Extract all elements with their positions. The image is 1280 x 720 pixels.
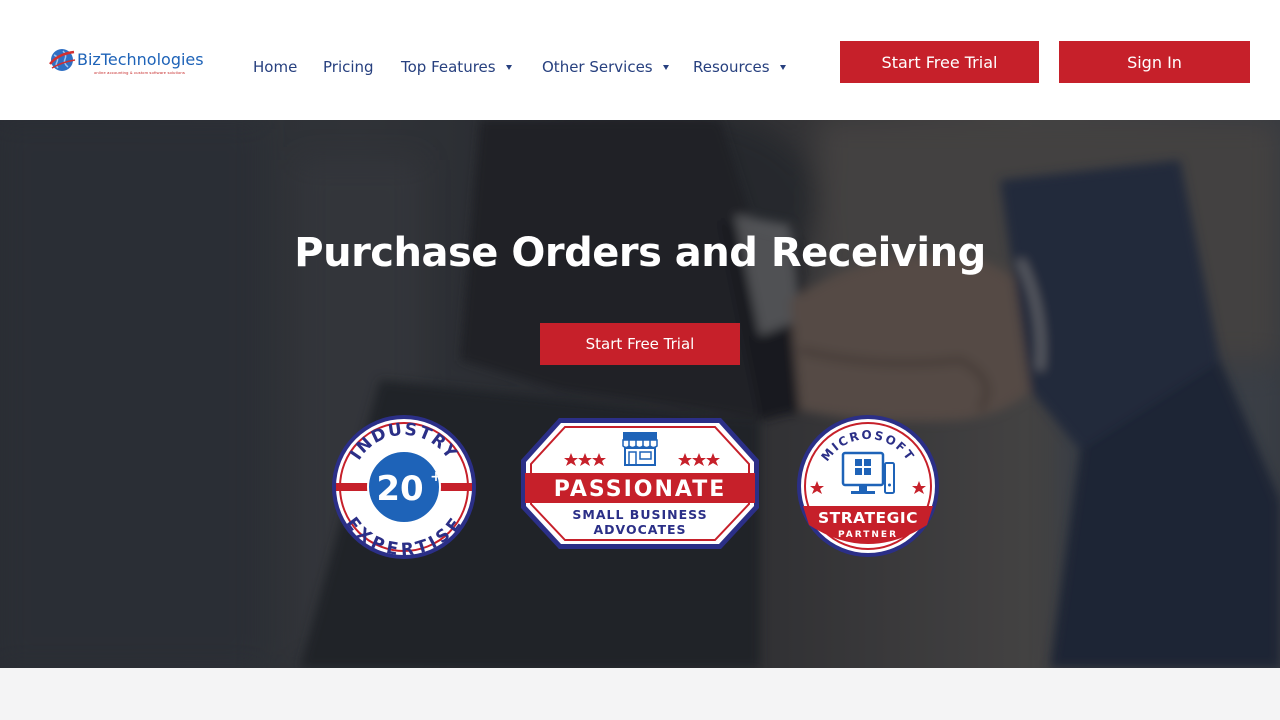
badge-passionate-line1: SMALL BUSINESS [572,507,707,522]
logo-wordmark: BizTechnologies [77,50,204,69]
nav-item-home[interactable]: Home [253,58,297,76]
next-section-strip [0,668,1280,720]
caret-down-icon [779,64,786,70]
microsoft-strategic-partner-badge: MICROSOFT STRATEGIC PARTNER [797,415,939,557]
hero-title: Purchase Orders and Receiving [294,230,986,276]
badge-industry-number: 20 [376,469,423,509]
logo-name-suffix: Technologies [100,50,204,69]
globe-logo-icon [49,49,76,71]
nav-item-label: Resources [693,58,770,76]
badge-passionate-title: PASSIONATE [554,477,727,502]
header-start-free-trial-button[interactable]: Start Free Trial [840,41,1039,83]
hero-dark-overlay [0,120,1280,668]
badge-microsoft-title: STRATEGIC [818,509,918,527]
biztechnologies-logo[interactable]: BizTechnologies online accounting & cust… [46,44,206,78]
logo-name-prefix: Biz [77,50,101,69]
caret-down-icon [505,64,512,70]
industry-expertise-badge: INDUSTRY EXPERTISE 20 + [332,415,476,560]
passionate-advocates-badge: PASSIONATE SMALL BUSINESS ADVOCATES [521,418,759,549]
hero-start-free-trial-button[interactable]: Start Free Trial [540,323,740,365]
nav-item-label: Home [253,58,298,76]
badge-industry-plus: + [430,469,442,485]
badge-passionate-line2: ADVOCATES [593,522,686,537]
nav-item-label: Other Services [542,58,653,76]
nav-item-label: Pricing [323,58,374,76]
nav-item-label: Top Features [401,58,496,76]
sign-in-button[interactable]: Sign In [1059,41,1250,83]
badge-microsoft-subtitle: PARTNER [838,530,898,540]
nav-item-other-services[interactable]: Other Services [542,58,669,76]
nav-item-pricing[interactable]: Pricing [323,58,374,76]
logo-tagline: online accounting & custom software solu… [94,70,186,75]
hero-section: Purchase Orders and Receiving Start Free… [0,120,1280,668]
caret-down-icon [662,64,669,70]
nav-item-top-features[interactable]: Top Features [401,58,512,76]
nav-item-resources[interactable]: Resources [693,58,786,76]
site-header: BizTechnologies online accounting & cust… [0,0,1280,120]
